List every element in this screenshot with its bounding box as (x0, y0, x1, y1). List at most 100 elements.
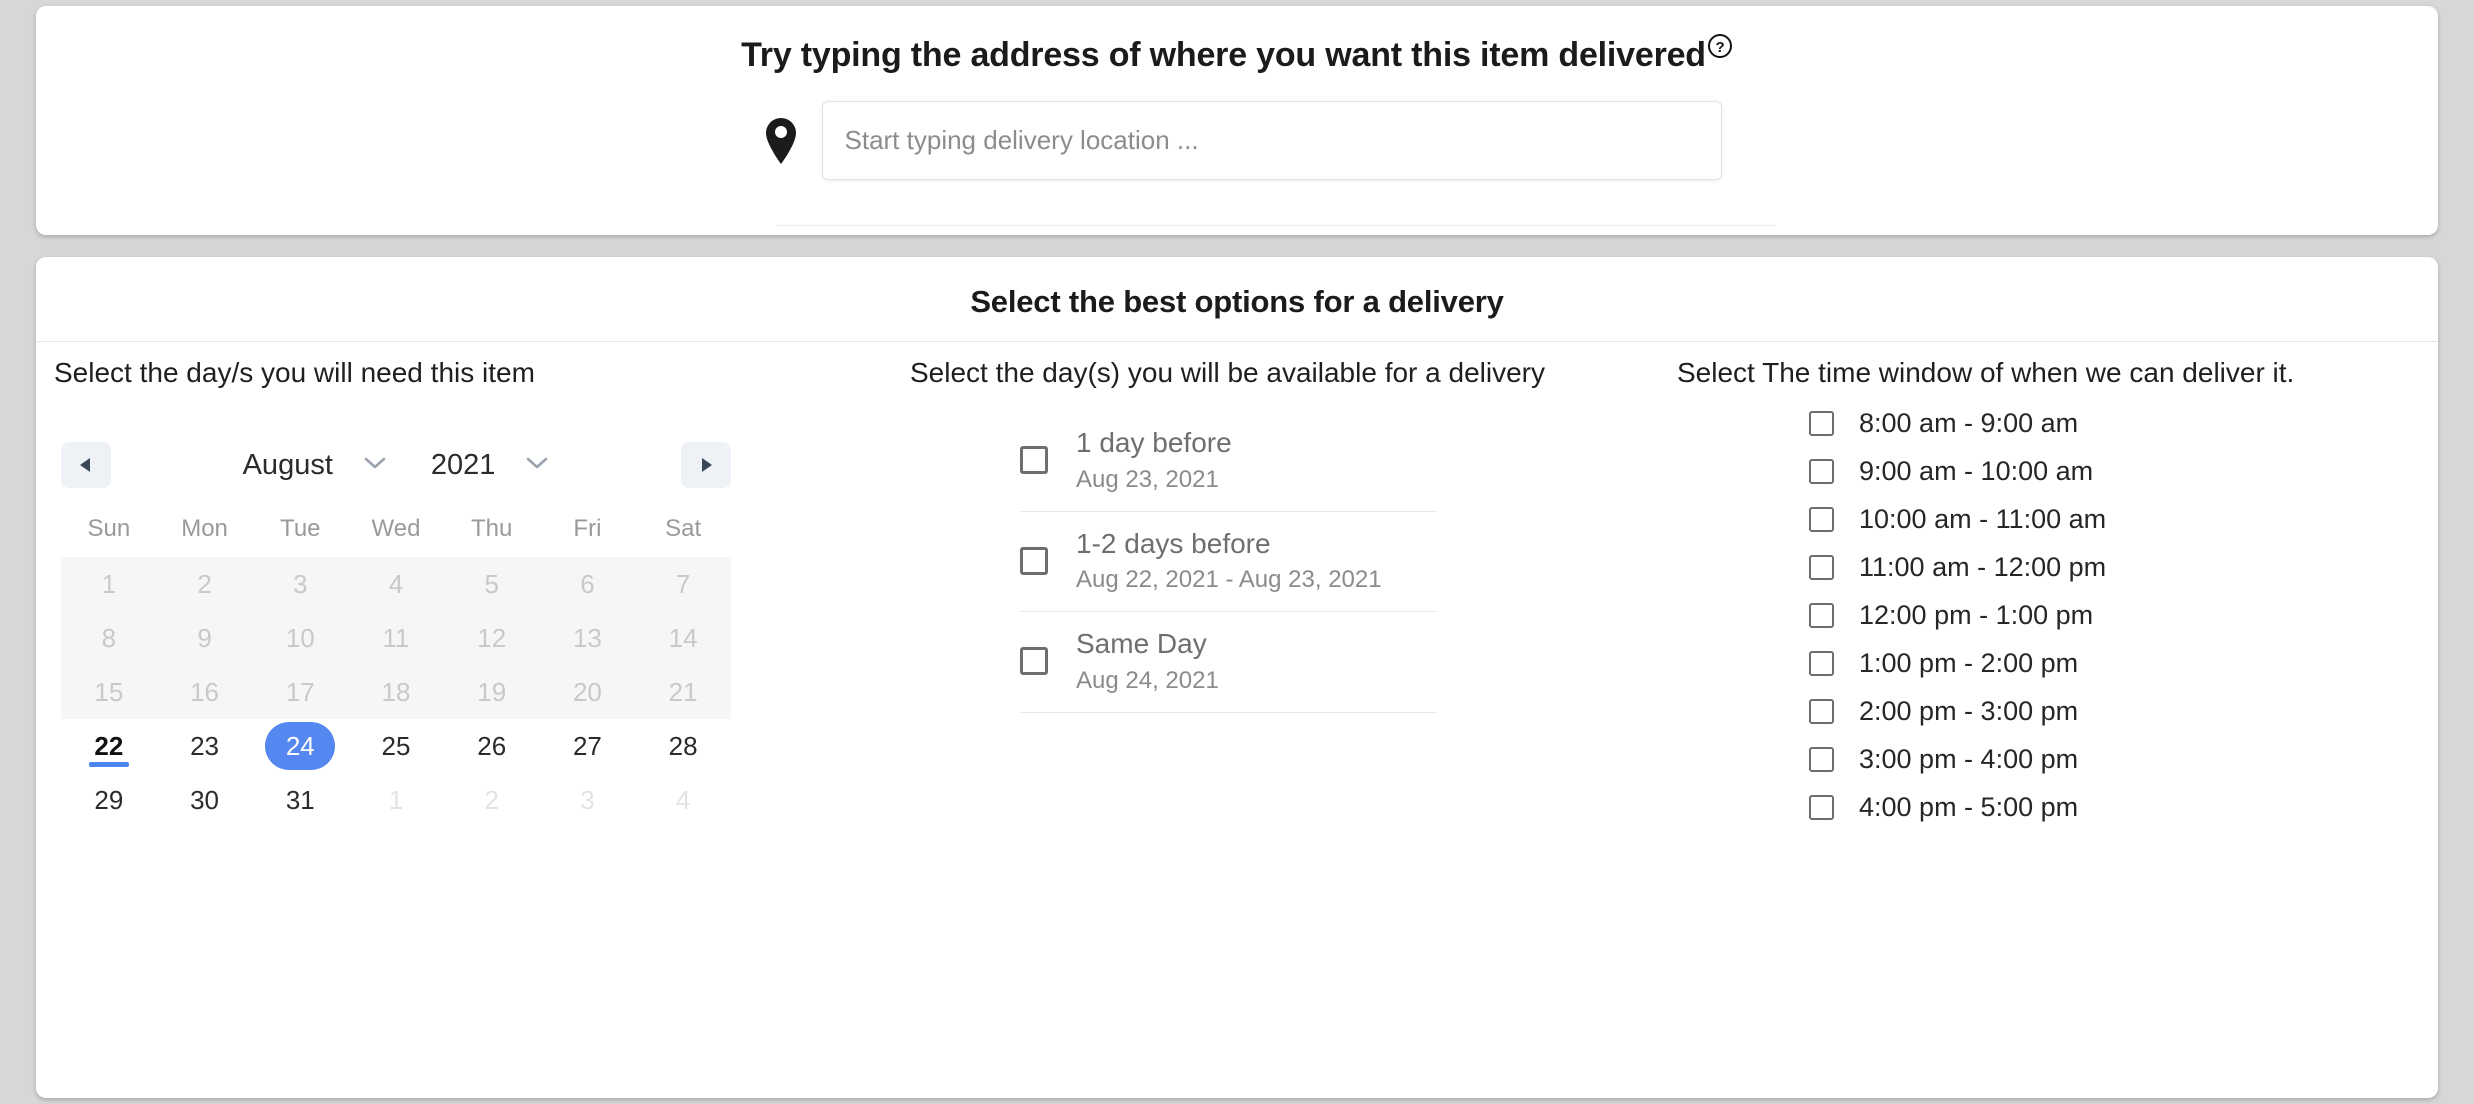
column-time-windows: Select The time window of when we can de… (1673, 357, 2438, 831)
calendar-day-28[interactable]: 28 (635, 719, 731, 773)
column-availability: Select the day(s) you will be available … (908, 357, 1673, 831)
time-window-row[interactable]: 4:00 pm - 5:00 pm (1809, 783, 2438, 831)
availability-option-title: 1 day before (1076, 427, 1232, 458)
availability-checkbox[interactable] (1020, 446, 1048, 475)
calendar-day-9: 9 (156, 611, 253, 665)
time-window-label: 1:00 pm - 2:00 pm (1859, 647, 2079, 678)
time-window-checkbox[interactable] (1809, 554, 1834, 580)
time-window-row[interactable]: 9:00 am - 10:00 am (1809, 447, 2438, 495)
triangle-right-icon (696, 455, 716, 475)
calendar-day-1: 1 (388, 784, 404, 815)
availability-option-row[interactable]: 1-2 days before Aug 22, 2021 - Aug 23, 20… (1020, 512, 1437, 613)
calendar-weekday: Sat (665, 515, 702, 542)
delivery-location-input[interactable] (821, 101, 1722, 180)
calendar-day-31[interactable]: 31 (252, 773, 348, 827)
time-window-row[interactable]: 10:00 am - 11:00 am (1809, 495, 2438, 543)
calendar-weekday: Fri (573, 515, 602, 542)
time-window-checkbox[interactable] (1809, 746, 1834, 772)
address-title-text: Try typing the address of where you want… (741, 36, 1706, 74)
calendar-selects: August 2021 (111, 449, 681, 482)
calendar-day-15: 15 (61, 665, 157, 719)
calendar-day-4: 4 (675, 784, 691, 815)
calendar-month-select[interactable]: August (243, 449, 387, 482)
calendar-day-3: 3 (252, 557, 349, 611)
question-circle-icon[interactable]: ? (1707, 33, 1733, 59)
calendar-day-11: 11 (348, 611, 444, 665)
time-window-label: 3:00 pm - 4:00 pm (1859, 743, 2079, 774)
availability-checkbox[interactable] (1020, 647, 1048, 676)
calendar-day-12: 12 (443, 611, 540, 665)
calendar-weekday: Sun (87, 515, 131, 542)
date-picker-calendar: August 2021 Sun Mon Tue Wed Thu Fri Sat … (61, 437, 731, 827)
time-window-label: 9:00 am - 10:00 am (1859, 455, 2094, 486)
calendar-prev-month-button[interactable] (61, 442, 111, 488)
time-window-checkbox[interactable] (1809, 458, 1834, 484)
calendar-day-22[interactable]: 22 (61, 719, 157, 773)
calendar-day-30[interactable]: 30 (157, 773, 253, 827)
availability-option-row[interactable]: 1 day before Aug 23, 2021 (1020, 411, 1437, 512)
calendar-day-24[interactable]: 24 (252, 719, 348, 773)
availability-option-title: Same Day (1076, 628, 1207, 660)
calendar-day-23[interactable]: 23 (157, 719, 253, 773)
calendar-weekday: Thu (471, 515, 513, 542)
time-window-row[interactable]: 1:00 pm - 2:00 pm (1809, 639, 2438, 687)
calendar-day-6: 6 (539, 557, 636, 611)
availability-checkbox[interactable] (1020, 546, 1048, 575)
calendar-year-select[interactable]: 2021 (431, 449, 550, 482)
calendar-day-2: 2 (156, 557, 253, 611)
calendar-weekday: Tue (280, 515, 321, 542)
calendar-year-label: 2021 (430, 448, 496, 481)
availability-option-title: 1-2 days before (1076, 527, 1271, 559)
calendar-month-label: August (242, 448, 333, 481)
time-window-row[interactable]: 11:00 am - 12:00 pm (1809, 543, 2438, 591)
time-window-list: 8:00 am - 9:00 am 9:00 am - 10:00 am 10:00… (1673, 399, 2438, 831)
time-window-checkbox[interactable] (1809, 506, 1834, 532)
availability-option-text: 1 day before Aug 23, 2021 (1076, 425, 1232, 496)
availability-heading: Select the day(s) you will be available … (910, 357, 1545, 388)
availability-option-dates: Aug 23, 2021 (1076, 465, 1219, 493)
calendar-day-14: 14 (635, 611, 731, 665)
time-window-label: 11:00 am - 12:00 pm (1859, 551, 2107, 582)
time-window-row[interactable]: 3:00 pm - 4:00 pm (1809, 735, 2438, 783)
time-windows-heading: Select The time window of when we can de… (1677, 357, 2295, 388)
availability-option-row[interactable]: Same Day Aug 24, 2021 (1020, 612, 1437, 713)
time-window-label: 2:00 pm - 3:00 pm (1859, 695, 2079, 726)
calendar-day-1: 1 (61, 557, 157, 611)
calendar-day-25[interactable]: 25 (348, 719, 444, 773)
calendar-header: August 2021 (61, 437, 731, 493)
address-input-row (36, 101, 2438, 180)
time-window-row[interactable]: 8:00 am - 9:00 am (1809, 399, 2438, 447)
time-window-checkbox[interactable] (1809, 410, 1834, 436)
address-input-underline (776, 225, 1776, 226)
time-window-label: 12:00 pm - 1:00 pm (1859, 599, 2094, 630)
calendar-next-month-button[interactable] (681, 442, 731, 488)
time-window-label: 4:00 pm - 5:00 pm (1859, 791, 2079, 822)
calendar-selected-day-pill: 24 (265, 722, 336, 770)
time-window-row[interactable]: 12:00 pm - 1:00 pm (1809, 591, 2438, 639)
calendar-day-29[interactable]: 29 (61, 773, 157, 827)
calendar-day-3: 3 (580, 784, 595, 815)
availability-option-dates: Aug 24, 2021 (1076, 666, 1219, 694)
calendar-weekday: Mon (181, 515, 228, 542)
calendar-weekday: Wed (371, 515, 421, 542)
time-window-checkbox[interactable] (1809, 698, 1834, 724)
map-pin-icon (763, 116, 799, 166)
time-window-checkbox[interactable] (1809, 794, 1834, 820)
calendar-day-grid: 1 2 3 4 5 6 7 8 9 10 11 12 13 14 15 16 17 18 19 20 21 22 23 24 2… (61, 557, 731, 827)
calendar-day-20: 20 (539, 665, 636, 719)
calendar-day-8: 8 (61, 611, 157, 665)
time-window-row[interactable]: 2:00 pm - 3:00 pm (1809, 687, 2438, 735)
time-window-label: 8:00 am - 9:00 am (1859, 407, 2079, 438)
calendar-day-2: 2 (484, 784, 499, 815)
delivery-scheduler-page: Try typing the address of where you want… (0, 0, 2474, 1104)
calendar-day-7: 7 (635, 557, 731, 611)
calendar-day-13: 13 (539, 611, 636, 665)
time-window-checkbox[interactable] (1809, 602, 1834, 628)
calendar-day-26[interactable]: 26 (444, 719, 540, 773)
calendar-day-17: 17 (252, 665, 349, 719)
time-window-checkbox[interactable] (1809, 650, 1834, 676)
availability-option-list: 1 day before Aug 23, 2021 1-2 days before A… (908, 411, 1673, 713)
calendar-day-27[interactable]: 27 (540, 719, 636, 773)
availability-option-text: Same Day Aug 24, 2021 (1076, 626, 1219, 697)
calendar-day-18: 18 (348, 665, 444, 719)
